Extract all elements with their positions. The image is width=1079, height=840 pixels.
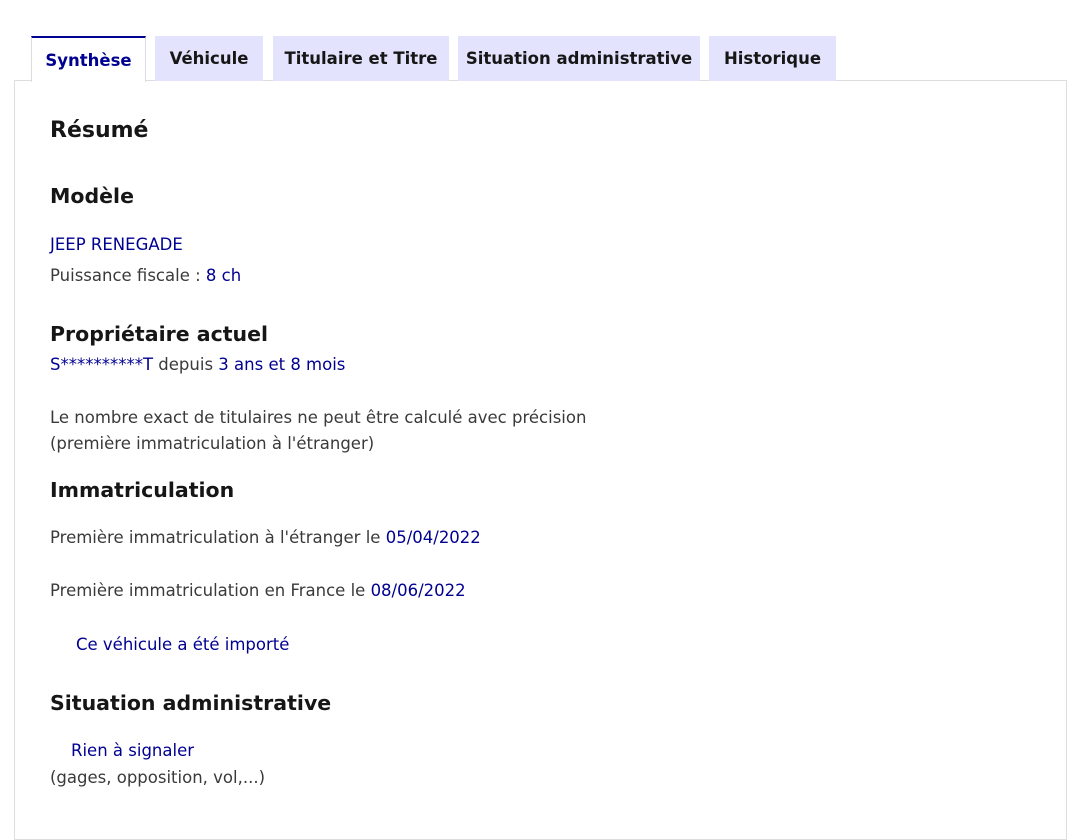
immat-etranger: Première immatriculation à l'étranger le… [50, 528, 481, 547]
puissance-value: 8 ch [205, 266, 242, 285]
immat-etranger-date: 05/04/2022 [385, 528, 481, 547]
immatriculation-heading: Immatriculation [50, 478, 235, 502]
owner-depuis: depuis [153, 355, 219, 374]
model-name: JEEP RENEGADE [50, 235, 183, 254]
puissance-label: Puissance fiscale : [50, 266, 206, 285]
resume-heading: Résumé [50, 118, 149, 143]
situation-heading: Situation administrative [50, 691, 332, 715]
situation-details: (gages, opposition, vol,...) [50, 768, 266, 787]
immat-france-date: 08/06/2022 [370, 581, 466, 600]
imported-notice: Ce véhicule a été importé [76, 635, 290, 654]
immat-etranger-label: Première immatriculation à l'étranger le [50, 528, 386, 547]
immat-france-label: Première immatriculation en France le [50, 581, 371, 600]
summary-content: Résumé Modèle JEEP RENEGADE Puissance fi… [0, 0, 1079, 826]
modele-heading: Modèle [50, 184, 134, 208]
titulaires-note-line2: (première immatriculation à l'étranger) [50, 434, 375, 453]
proprietaire-heading: Propriétaire actuel [50, 322, 269, 346]
situation-status: Rien à signaler [71, 741, 195, 760]
owner-name: S**********T [50, 355, 154, 374]
immat-france: Première immatriculation en France le 08… [50, 581, 466, 600]
puissance-fiscale: Puissance fiscale : 8 ch [50, 266, 241, 285]
titulaires-note-line1: Le nombre exact de titulaires ne peut êt… [50, 408, 587, 427]
owner-duration: 3 ans et 8 mois [218, 355, 346, 374]
owner-line: S**********T depuis 3 ans et 8 mois [50, 355, 345, 374]
